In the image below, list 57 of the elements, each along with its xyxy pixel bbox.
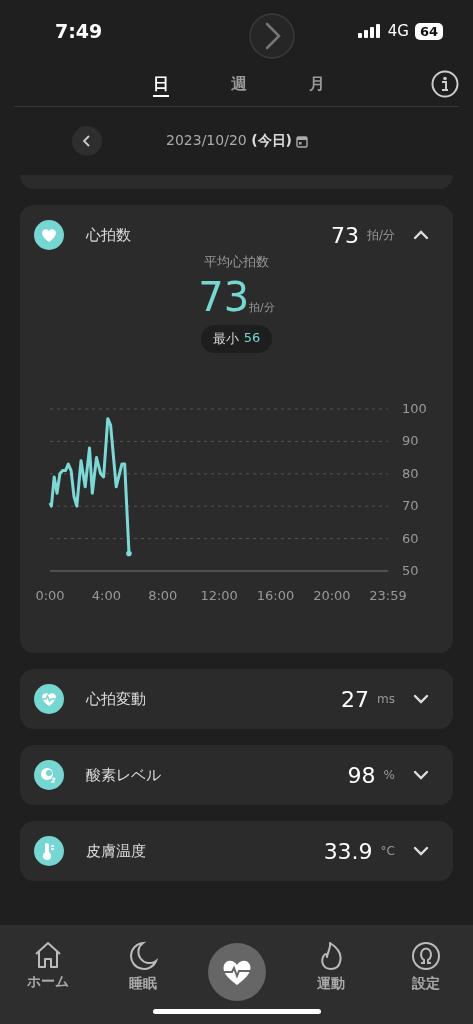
- y-tick-label: 90: [402, 433, 419, 449]
- person-circle-icon: [410, 941, 441, 971]
- signal-icon: [357, 24, 382, 38]
- nav-item[interactable]: ホーム: [17, 941, 78, 991]
- nav-item[interactable]: 睡眠: [112, 941, 173, 993]
- minimum-label: 最小: [212, 330, 239, 348]
- average-unit: 拍/分: [249, 300, 275, 315]
- metric-value: 98: [347, 762, 376, 788]
- metric-label: 酸素レベル: [86, 765, 161, 785]
- y-tick-label: 70: [402, 498, 419, 514]
- previous-day-button[interactable]: [72, 126, 102, 156]
- average-value: 73: [198, 273, 250, 322]
- metric-label: 皮膚温度: [86, 841, 146, 861]
- metric-label: 心拍数: [86, 225, 131, 245]
- y-tick-label: 80: [402, 465, 419, 481]
- period-tab[interactable]: 週: [200, 69, 278, 99]
- heart-pulse-icon: [34, 684, 64, 714]
- metric-value: 33.9: [323, 838, 373, 864]
- chevron-down-icon: [413, 770, 429, 780]
- y-tick-label: 100: [402, 401, 427, 416]
- metric-label: 心拍変動: [86, 689, 146, 709]
- chevron-up-icon: [413, 230, 429, 240]
- x-tick-label: 0:00: [35, 588, 65, 603]
- x-tick-label: 12:00: [200, 588, 238, 603]
- y-tick-label: 60: [402, 530, 419, 546]
- status-time: 7:49: [55, 20, 103, 42]
- metric-unit: 拍/分: [366, 226, 395, 244]
- moon-icon: [127, 941, 158, 971]
- metric-value: 73: [330, 222, 359, 248]
- x-tick-label: 23:59: [369, 588, 407, 603]
- forward-icon[interactable]: [248, 12, 296, 60]
- period-tab[interactable]: 月: [278, 69, 356, 99]
- chevron-down-icon: [413, 846, 429, 856]
- calendar-icon[interactable]: [295, 134, 308, 148]
- metric-unit: %: [383, 768, 395, 782]
- metric-unit: °C: [380, 844, 395, 858]
- latest-point: [126, 550, 132, 557]
- date-label[interactable]: 2023/10/20 (今日): [166, 132, 292, 150]
- x-tick-label: 8:00: [148, 588, 178, 603]
- x-tick-label: 4:00: [91, 588, 121, 603]
- nav-item[interactable]: 運動: [300, 941, 361, 993]
- battery-level: 64: [414, 22, 443, 40]
- thermometer-icon: [34, 836, 64, 866]
- metric-value: 27: [341, 686, 370, 712]
- nav-item[interactable]: 設定: [395, 941, 456, 993]
- average-title: 平均心拍数: [204, 253, 269, 271]
- chevron-down-icon: [413, 694, 429, 704]
- period-tab[interactable]: 日: [122, 69, 200, 99]
- info-icon[interactable]: [431, 70, 459, 98]
- x-tick-label: 20:00: [313, 588, 351, 603]
- metric-unit: ms: [377, 692, 395, 706]
- y-tick-label: 50: [402, 563, 419, 578]
- minimum-value: 56: [243, 330, 261, 347]
- x-tick-label: 16:00: [256, 588, 295, 603]
- back-icon: [82, 135, 92, 147]
- network-label: 4G: [387, 22, 409, 40]
- oxygen-icon: [34, 760, 64, 790]
